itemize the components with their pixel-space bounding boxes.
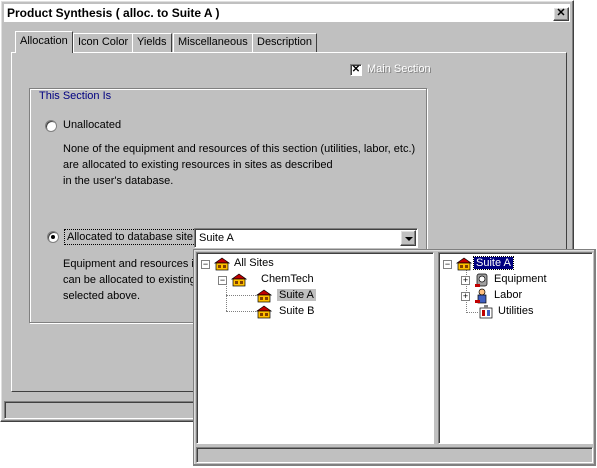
site-icon [231, 273, 247, 287]
tree-item-label: Suite A [277, 289, 316, 301]
tree-item-label: ChemTech [261, 273, 314, 285]
expand-icon[interactable]: + [461, 276, 470, 285]
allocated-description-line: Equipment and resources in [63, 258, 200, 270]
tree-item-label: Suite A [473, 256, 514, 270]
allocated-description-line: selected above. [63, 290, 141, 302]
unallocated-label[interactable]: Unallocated [63, 119, 121, 131]
site-icon [256, 305, 272, 319]
allocated-description-line: can be allocated to existing [63, 274, 196, 286]
tab-miscellaneous[interactable]: Miscellaneous [173, 33, 253, 52]
labor-icon [475, 288, 487, 304]
equipment-icon [475, 273, 488, 287]
expand-icon[interactable]: + [461, 292, 470, 301]
tab-allocation[interactable]: Allocation [15, 31, 73, 53]
utilities-icon [479, 305, 493, 319]
collapse-icon[interactable]: − [443, 260, 452, 269]
close-icon: ✕ [556, 7, 566, 19]
site-icon [256, 289, 272, 303]
tab-label: Description [257, 36, 313, 48]
tree-item-label: Utilities [498, 305, 534, 317]
combo-dropdown-button[interactable] [400, 230, 416, 246]
tab-label: Allocation [20, 35, 68, 47]
resource-tree[interactable]: − Suite A + Equipment + Labor Utilities [438, 252, 593, 444]
check-icon: ✕ [351, 64, 361, 75]
site-combo-value: Suite A [199, 232, 234, 244]
tab-label: Miscellaneous [178, 36, 248, 48]
tab-label: Icon Color [78, 36, 129, 48]
main-section-checkbox[interactable]: ✕ [350, 64, 362, 76]
tree-item-label: Equipment [494, 273, 547, 285]
allocated-label[interactable]: Allocated to database site [64, 229, 196, 245]
window-title: Product Synthesis ( alloc. to Suite A ) [7, 6, 220, 20]
title-bar[interactable]: Product Synthesis ( alloc. to Suite A ) … [4, 4, 570, 22]
tab-icon-color[interactable]: Icon Color [73, 33, 134, 52]
main-section-label: Main Section [367, 63, 431, 75]
tree-item-label: Labor [494, 289, 523, 301]
site-icon [214, 257, 230, 271]
unallocated-description-line: None of the equipment and resources of t… [63, 143, 416, 155]
tab-description[interactable]: Description [252, 33, 318, 52]
unallocated-radio[interactable] [45, 120, 57, 132]
allocated-radio[interactable] [47, 231, 59, 243]
unallocated-description-line: in the user's database. [63, 175, 174, 187]
close-button[interactable]: ✕ [553, 7, 569, 21]
tree-item-label: All Sites [234, 257, 274, 269]
popup-status-strip [196, 447, 593, 463]
site-tree[interactable]: − All Sites − ChemTech Suite A Suite B [196, 252, 434, 444]
unallocated-description-line: are allocated to existing resources in s… [63, 159, 333, 171]
tree-item-label: Suite B [279, 305, 315, 317]
tab-yields[interactable]: Yields [132, 33, 172, 52]
section-group-legend: This Section Is [37, 90, 114, 102]
site-combobox[interactable]: Suite A [194, 228, 418, 248]
tab-label: Yields [137, 36, 167, 48]
collapse-icon[interactable]: − [201, 260, 210, 269]
collapse-icon[interactable]: − [218, 276, 227, 285]
site-icon [456, 257, 472, 271]
site-tree-popup: − All Sites − ChemTech Suite A Suite B −… [193, 249, 596, 466]
